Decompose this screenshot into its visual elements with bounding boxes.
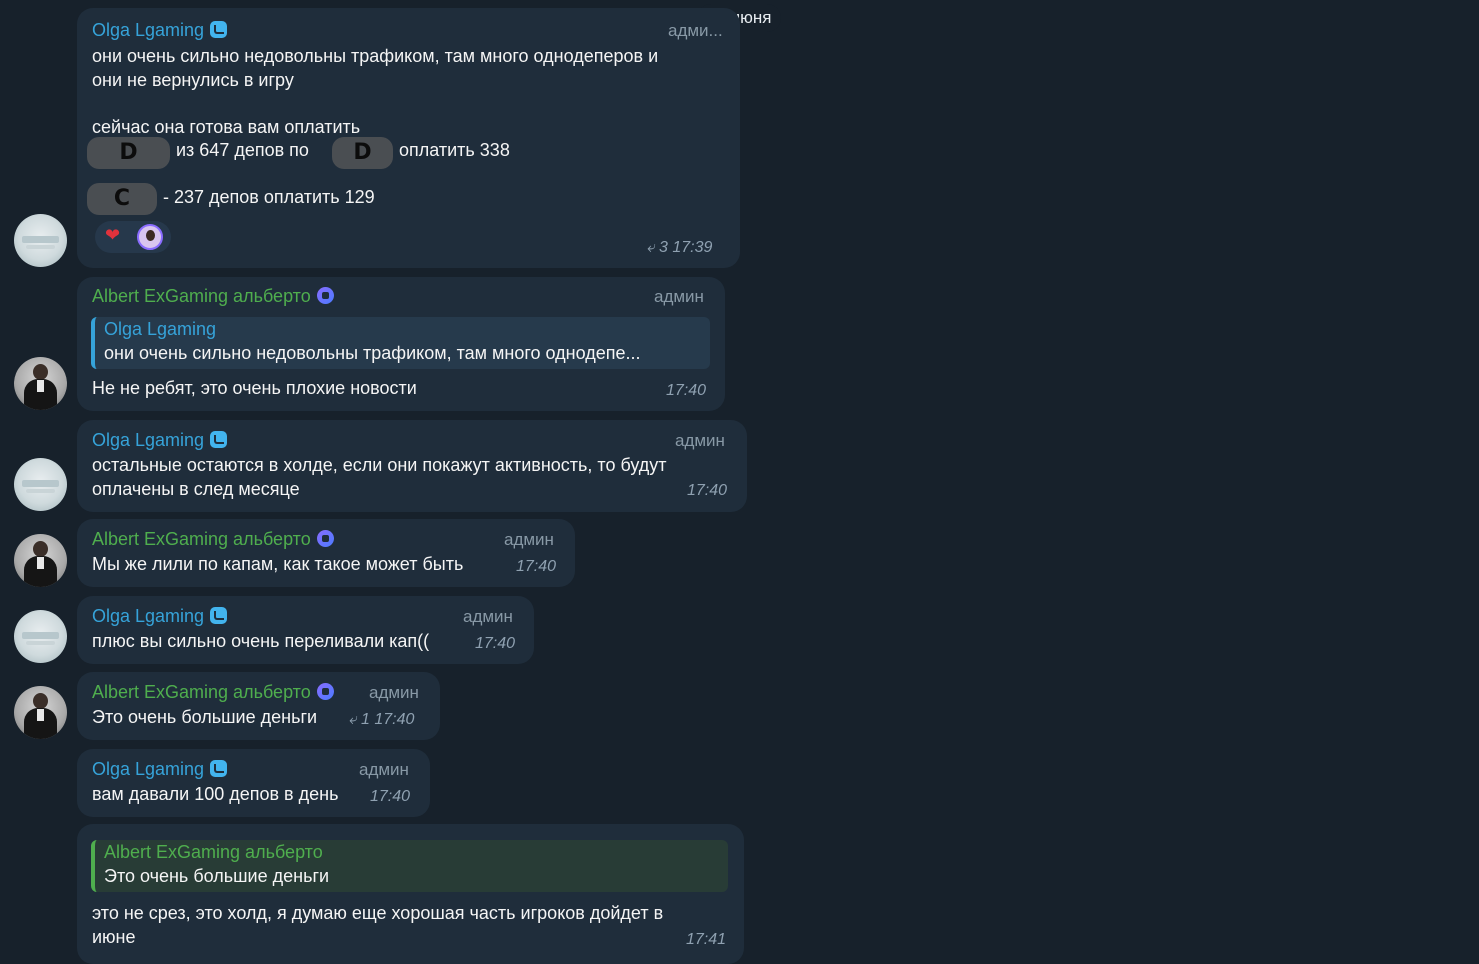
author-name[interactable]: Albert ExGaming альберто xyxy=(92,286,334,307)
spoiler-chip[interactable]: D xyxy=(332,137,393,169)
reply-arrow-icon: ⤶ xyxy=(349,711,358,728)
author-name[interactable]: Olga Lgaming xyxy=(92,20,228,41)
message-bubble[interactable]: Olga Lgaming админ вам давали 100 депов … xyxy=(77,749,430,817)
message-bubble[interactable]: Olga Lgaming адми... они очень сильно не… xyxy=(77,8,740,268)
message-bubble[interactable]: Albert ExGaming альберто Это очень больш… xyxy=(77,824,744,964)
verified-badge-icon xyxy=(210,607,228,624)
avatar-shirt xyxy=(37,709,44,721)
message-meta[interactable]: ⤶ 1 17:40 xyxy=(349,711,414,729)
spoiler-chip[interactable]: C xyxy=(87,183,157,215)
message-text: плюс вы сильно очень переливали кап(( xyxy=(92,631,430,651)
author-name[interactable]: Albert ExGaming альберто xyxy=(92,529,334,550)
role-label: админ xyxy=(463,607,513,626)
avatar-logo-mark xyxy=(22,480,59,487)
quote-text: Это очень большие деньги xyxy=(104,866,330,886)
premium-badge-icon xyxy=(316,683,334,700)
avatar-shirt xyxy=(37,557,44,569)
author-name[interactable]: Olga Lgaming xyxy=(92,759,228,780)
spoiler-chip[interactable]: D xyxy=(87,137,170,169)
message-text: остальные остаются в холде, если они пок… xyxy=(92,455,667,499)
message-text: Мы же лили по капам, как такое может быт… xyxy=(92,554,464,574)
message-text: Это очень большие деньги xyxy=(92,707,318,727)
reply-arrow-icon: ⤶ xyxy=(647,239,656,256)
premium-badge-icon xyxy=(316,287,334,304)
avatar-head xyxy=(33,541,48,557)
role-label: админ xyxy=(369,683,419,702)
avatar-albert[interactable] xyxy=(14,686,67,739)
message-bubble[interactable]: Albert ExGaming альберто админ Это очень… xyxy=(77,672,440,740)
message-bubble[interactable]: Olga Lgaming админ остальные остаются в … xyxy=(77,420,747,512)
broken-heart-icon: ❤ xyxy=(105,225,121,245)
message-time: 17:41 xyxy=(686,931,727,948)
role-label: админ xyxy=(359,760,409,779)
avatar-olga[interactable] xyxy=(14,610,67,663)
message-text: - 237 депов оплатить 129 xyxy=(163,187,375,207)
quote-author: Olga Lgaming xyxy=(104,319,217,339)
avatar-albert[interactable] xyxy=(14,357,67,410)
message-text: из 647 депов по xyxy=(176,140,309,160)
message-text: оплатить 338 xyxy=(399,140,510,160)
message-time: 17:40 xyxy=(475,635,516,652)
message-time: 17:40 xyxy=(687,482,728,499)
message-time: 17:40 xyxy=(666,382,707,399)
avatar-head xyxy=(33,364,48,380)
avatar-olga[interactable] xyxy=(14,214,67,267)
avatar-albert[interactable] xyxy=(14,534,67,587)
avatar-logo-mark xyxy=(26,641,55,645)
reaction-badge[interactable]: ❤ xyxy=(95,221,171,253)
message-bubble[interactable]: Olga Lgaming админ плюс вы сильно очень … xyxy=(77,596,534,664)
avatar-logo-mark xyxy=(22,236,59,243)
avatar-head xyxy=(33,693,48,709)
message-text: они очень сильно недовольны трафиком, та… xyxy=(92,46,659,137)
message-meta[interactable]: ⤶ 3 17:39 xyxy=(647,239,712,257)
message-time: 17:40 xyxy=(370,788,411,805)
verified-badge-icon xyxy=(210,21,228,38)
verified-badge-icon xyxy=(210,760,228,777)
message-bubble[interactable]: Albert ExGaming альберто админ Мы же лил… xyxy=(77,519,575,587)
author-name[interactable]: Albert ExGaming альберто xyxy=(92,682,334,703)
author-name[interactable]: Olga Lgaming xyxy=(92,430,228,451)
message-text: вам давали 100 депов в день xyxy=(92,784,339,804)
message-time: 17:40 xyxy=(516,558,557,575)
avatar-shirt xyxy=(37,380,44,392)
avatar-logo-mark xyxy=(22,632,59,639)
message-bubble[interactable]: Albert ExGaming альберто админ Olga Lgam… xyxy=(77,277,725,411)
message-text: это не срез, это холд, я думаю еще хорош… xyxy=(92,903,664,947)
avatar-logo-mark xyxy=(26,489,55,493)
role-label: админ xyxy=(654,287,704,306)
reply-quote[interactable]: Albert ExGaming альберто Это очень больш… xyxy=(91,840,728,892)
reactor-avatar xyxy=(137,224,163,250)
premium-badge-icon xyxy=(316,530,334,547)
verified-badge-icon xyxy=(210,431,228,448)
avatar-logo-mark xyxy=(26,245,55,249)
role-label: админ xyxy=(504,530,554,549)
reply-quote[interactable]: Olga Lgaming они очень сильно недовольны… xyxy=(91,317,710,369)
avatar-olga[interactable] xyxy=(14,458,67,511)
role-label: админ xyxy=(675,431,725,450)
role-label: адми... xyxy=(668,21,723,40)
quote-author: Albert ExGaming альберто xyxy=(104,842,323,862)
message-text: Не не ребят, это очень плохие новости xyxy=(92,378,417,398)
author-name[interactable]: Olga Lgaming xyxy=(92,606,228,627)
quote-text: они очень сильно недовольны трафиком, та… xyxy=(104,343,641,363)
